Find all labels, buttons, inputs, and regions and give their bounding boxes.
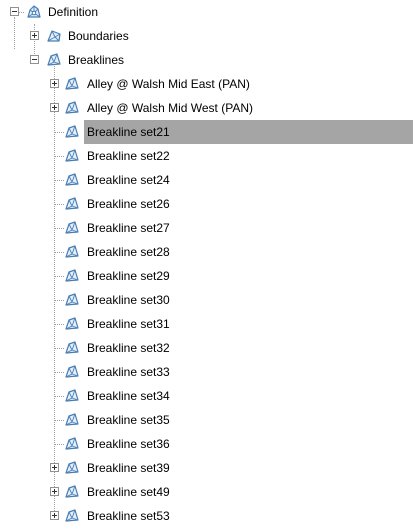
tree-row-breakline[interactable]: Breakline set39	[0, 456, 413, 480]
expand-toggle[interactable]	[30, 31, 39, 40]
breakline-icon	[47, 53, 61, 66]
tree-label-breakline: Breakline set39	[87, 461, 170, 475]
breakline-icon	[65, 509, 79, 522]
tree-label-breakline: Breakline set33	[87, 365, 170, 379]
collapse-toggle[interactable]	[30, 55, 39, 64]
tree-label-breakline: Breakline set24	[87, 173, 170, 187]
breakline-icon	[65, 293, 79, 306]
tree-label-breakline: Breakline set36	[87, 437, 170, 451]
breakline-icon	[65, 341, 79, 354]
tree-label-breakline: Breakline set53	[87, 509, 170, 523]
tree-line-branch	[55, 300, 64, 301]
tree-label-breakline: Breakline set35	[87, 413, 170, 427]
breakline-icon	[65, 245, 79, 258]
collapse-toggle[interactable]	[10, 7, 19, 16]
tree-label-breakline: Breakline set32	[87, 341, 170, 355]
breakline-icon	[65, 125, 79, 138]
tree-line-branch	[55, 252, 64, 253]
tree-label-breakline: Alley @ Walsh Mid West (PAN)	[87, 101, 253, 115]
tree-label-breakline: Breakline set49	[87, 485, 170, 499]
tree-row-breakline[interactable]: Breakline set34	[0, 384, 413, 408]
breakline-icon	[65, 149, 79, 162]
tree-row-breaklines[interactable]: Breaklines	[0, 48, 413, 72]
tree-row-breakline[interactable]: Breakline set49	[0, 480, 413, 504]
tree-row-breakline[interactable]: Breakline set21	[0, 120, 413, 144]
breakline-icon	[65, 485, 79, 498]
tree-line-branch	[55, 396, 64, 397]
tree-row-breakline[interactable]: Breakline set32	[0, 336, 413, 360]
tree-label-boundaries: Boundaries	[68, 29, 129, 43]
breakline-icon	[65, 437, 79, 450]
tree-row-breakline[interactable]: Breakline set22	[0, 144, 413, 168]
breakline-icon	[65, 197, 79, 210]
tree-row-boundaries[interactable]: Boundaries	[0, 24, 413, 48]
tree-line-branch	[55, 444, 64, 445]
tree-row-breakline[interactable]: Breakline set26	[0, 192, 413, 216]
tree-line-branch	[55, 228, 64, 229]
tree-row-definition[interactable]: Definition	[0, 0, 413, 24]
tree-row-breakline[interactable]: Breakline set30	[0, 288, 413, 312]
breakline-icon	[65, 389, 79, 402]
tree-line-branch	[55, 420, 64, 421]
tree-label-breakline: Breakline set30	[87, 293, 170, 307]
expand-toggle[interactable]	[50, 463, 59, 472]
tree-line-branch	[55, 156, 64, 157]
tree-line-branch	[55, 132, 64, 133]
breakline-icon	[65, 413, 79, 426]
tree-line-branch	[55, 324, 64, 325]
tree-label-breakline: Breakline set22	[87, 149, 170, 163]
tree-row-breakline[interactable]: Alley @ Walsh Mid East (PAN)	[0, 72, 413, 96]
tree-row-breakline[interactable]: Breakline set24	[0, 168, 413, 192]
tree-row-breakline[interactable]: Breakline set35	[0, 408, 413, 432]
tree-label-breakline: Alley @ Walsh Mid East (PAN)	[87, 77, 250, 91]
boundary-icon	[47, 30, 61, 42]
tree-row-breakline[interactable]: Breakline set53	[0, 504, 413, 528]
tree-label-breakline: Breakline set34	[87, 389, 170, 403]
breakline-icon	[65, 317, 79, 330]
breakline-icon	[65, 101, 79, 114]
tree-row-breakline[interactable]: Breakline set29	[0, 264, 413, 288]
breakline-icon	[65, 77, 79, 90]
tree-label-breakline: Breakline set27	[87, 221, 170, 235]
tree-label-definition: Definition	[48, 5, 99, 19]
expand-toggle[interactable]	[50, 487, 59, 496]
tree-label-breaklines: Breaklines	[68, 53, 125, 67]
expand-toggle[interactable]	[50, 79, 59, 88]
tree-line-branch	[55, 348, 64, 349]
tree-row-breakline[interactable]: Breakline set28	[0, 240, 413, 264]
breakline-icon	[65, 461, 79, 474]
expand-toggle[interactable]	[50, 103, 59, 112]
tree-row-breakline[interactable]: Alley @ Walsh Mid West (PAN)	[0, 96, 413, 120]
tree-row-breakline[interactable]: Breakline set27	[0, 216, 413, 240]
tree-line-branch	[55, 204, 64, 205]
breakline-icon	[65, 173, 79, 186]
tree-row-breakline[interactable]: Breakline set36	[0, 432, 413, 456]
breakline-icon	[65, 221, 79, 234]
expand-toggle[interactable]	[50, 511, 59, 520]
definition-icon	[27, 5, 41, 18]
tree-line-branch	[55, 180, 64, 181]
tree-label-breakline: Breakline set26	[87, 197, 170, 211]
tree-label-breakline: Breakline set28	[87, 245, 170, 259]
tree-label-breakline: Breakline set29	[87, 269, 170, 283]
surface-definition-tree: Definition Boundaries Breaklines Alley @…	[0, 0, 413, 523]
breakline-icon	[65, 365, 79, 378]
tree-row-breakline[interactable]: Breakline set33	[0, 360, 413, 384]
tree-line-branch	[55, 276, 64, 277]
tree-line-branch	[55, 372, 64, 373]
breakline-icon	[65, 269, 79, 282]
tree-label-breakline: Breakline set31	[87, 317, 170, 331]
tree-row-breakline[interactable]: Breakline set31	[0, 312, 413, 336]
tree-label-breakline-selected: Breakline set21	[84, 120, 413, 144]
